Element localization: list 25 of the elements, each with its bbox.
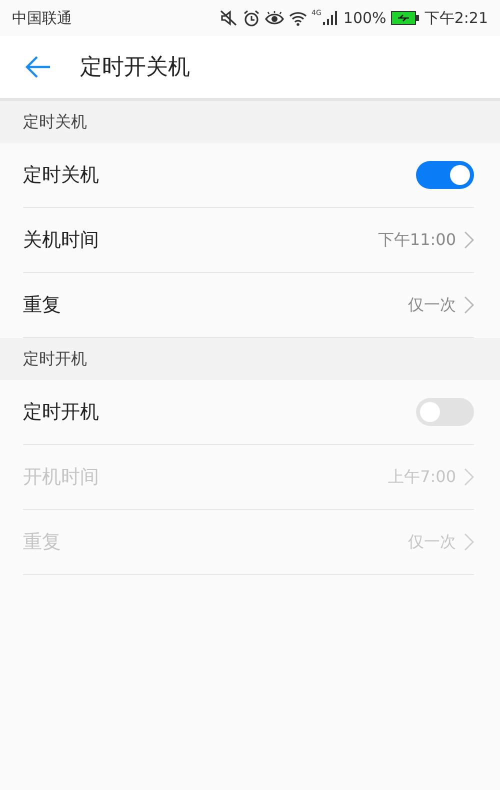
toggle-switch[interactable] xyxy=(416,398,474,426)
setting-label: 定时关机 xyxy=(23,163,100,188)
section-header: 定时开机 xyxy=(0,338,500,380)
page-title: 定时开关机 xyxy=(80,54,190,82)
chevron-right-icon xyxy=(464,231,474,249)
setting-value: 仅一次 xyxy=(408,294,456,316)
clock-time: 下午2:21 xyxy=(424,8,488,28)
toggle-switch[interactable] xyxy=(416,161,474,189)
setting-label: 关机时间 xyxy=(23,228,100,253)
chevron-right-icon xyxy=(464,296,474,314)
battery-percent: 100% xyxy=(343,9,386,27)
chevron-right-icon xyxy=(464,468,474,486)
eye-icon xyxy=(264,10,284,26)
setting-label: 定时开机 xyxy=(23,400,100,425)
signal-icon xyxy=(322,10,338,26)
section-header: 定时关机 xyxy=(0,101,500,143)
chevron-right-icon xyxy=(464,533,474,551)
wifi-icon xyxy=(288,10,307,26)
back-button[interactable] xyxy=(24,55,52,79)
battery-icon xyxy=(391,11,420,25)
setting-value: 下午11:00 xyxy=(378,230,456,250)
mute-icon xyxy=(220,10,238,26)
carrier-name: 中国联通 xyxy=(12,8,73,28)
alarm-icon xyxy=(242,10,260,26)
setting-label: 重复 xyxy=(23,293,62,318)
